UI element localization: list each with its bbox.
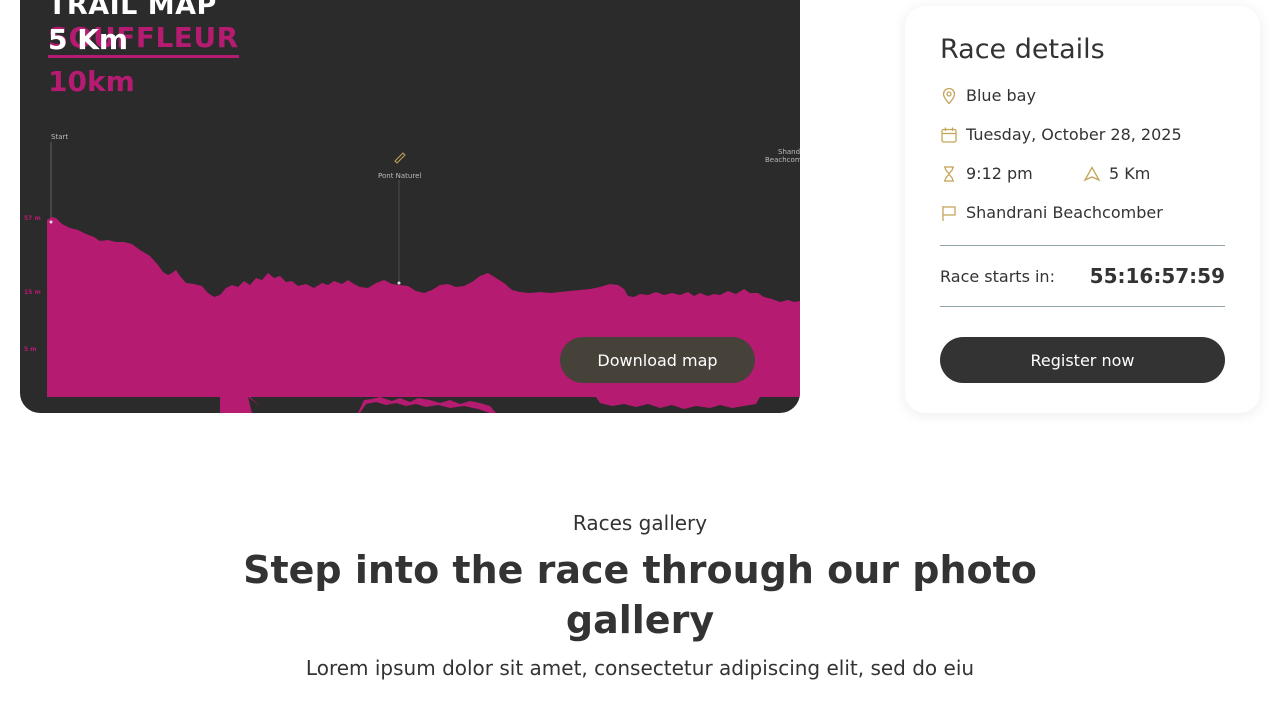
- map-pin-icon: [940, 87, 958, 105]
- calendar-icon: [940, 126, 958, 144]
- start-dot: [49, 220, 53, 224]
- navigation-arrow-icon: [1083, 165, 1101, 183]
- distance-text: 5 Km: [1109, 164, 1151, 183]
- hourglass-icon: [940, 165, 958, 183]
- flag-icon: [940, 204, 958, 222]
- finish-row: Shandrani Beachcomber: [940, 203, 1163, 222]
- end-label-line2: Beachcomber: [765, 156, 800, 164]
- trail-map-distance: 10km: [48, 65, 135, 98]
- download-map-button[interactable]: Download map: [560, 337, 755, 383]
- gallery-heading: Step into the race through our photo gal…: [243, 548, 1037, 642]
- time-row: 9:12 pm: [940, 164, 1033, 183]
- midpoint-dot: [397, 281, 401, 285]
- midpoint-label: Pont Naturel: [378, 172, 421, 180]
- race-details-card: Race details Blue bay Tuesday, October 2…: [905, 6, 1260, 413]
- time-text: 9:12 pm: [966, 164, 1033, 183]
- page: Start Pont Naturel Shandrani Beachcomber…: [0, 0, 1280, 720]
- divider: [940, 245, 1225, 246]
- trail-map-distance-overlay: 5 Km: [48, 23, 129, 56]
- finish-text: Shandrani Beachcomber: [966, 203, 1163, 222]
- coast-shape-3: [596, 397, 760, 409]
- location-text: Blue bay: [966, 86, 1036, 105]
- race-details-title: Race details: [940, 34, 1105, 65]
- location-row: Blue bay: [940, 86, 1036, 105]
- register-now-button[interactable]: Register now: [940, 337, 1225, 383]
- gallery-eyebrow: Races gallery: [572, 511, 708, 535]
- pin-icon: [394, 152, 406, 164]
- elevation-tick: 5 m: [24, 346, 37, 353]
- trail-map-card: Start Pont Naturel Shandrani Beachcomber…: [20, 0, 800, 413]
- elevation-tick: 57 m: [24, 215, 41, 222]
- date-text: Tuesday, October 28, 2025: [966, 125, 1182, 144]
- date-row: Tuesday, October 28, 2025: [940, 125, 1182, 144]
- elevation-tick: 15 m: [24, 289, 41, 296]
- countdown-timer: 55:16:57:59: [1089, 264, 1225, 288]
- countdown-label: Race starts in:: [940, 267, 1055, 286]
- start-label: Start: [51, 133, 68, 141]
- divider: [940, 306, 1225, 307]
- end-label-line1: Shandrani: [778, 148, 800, 156]
- distance-row: 5 Km: [1083, 164, 1150, 183]
- gallery-description: Lorem ipsum dolor sit amet, consectetur …: [305, 656, 975, 680]
- trail-map-title: TRAIL MAP: [48, 0, 217, 21]
